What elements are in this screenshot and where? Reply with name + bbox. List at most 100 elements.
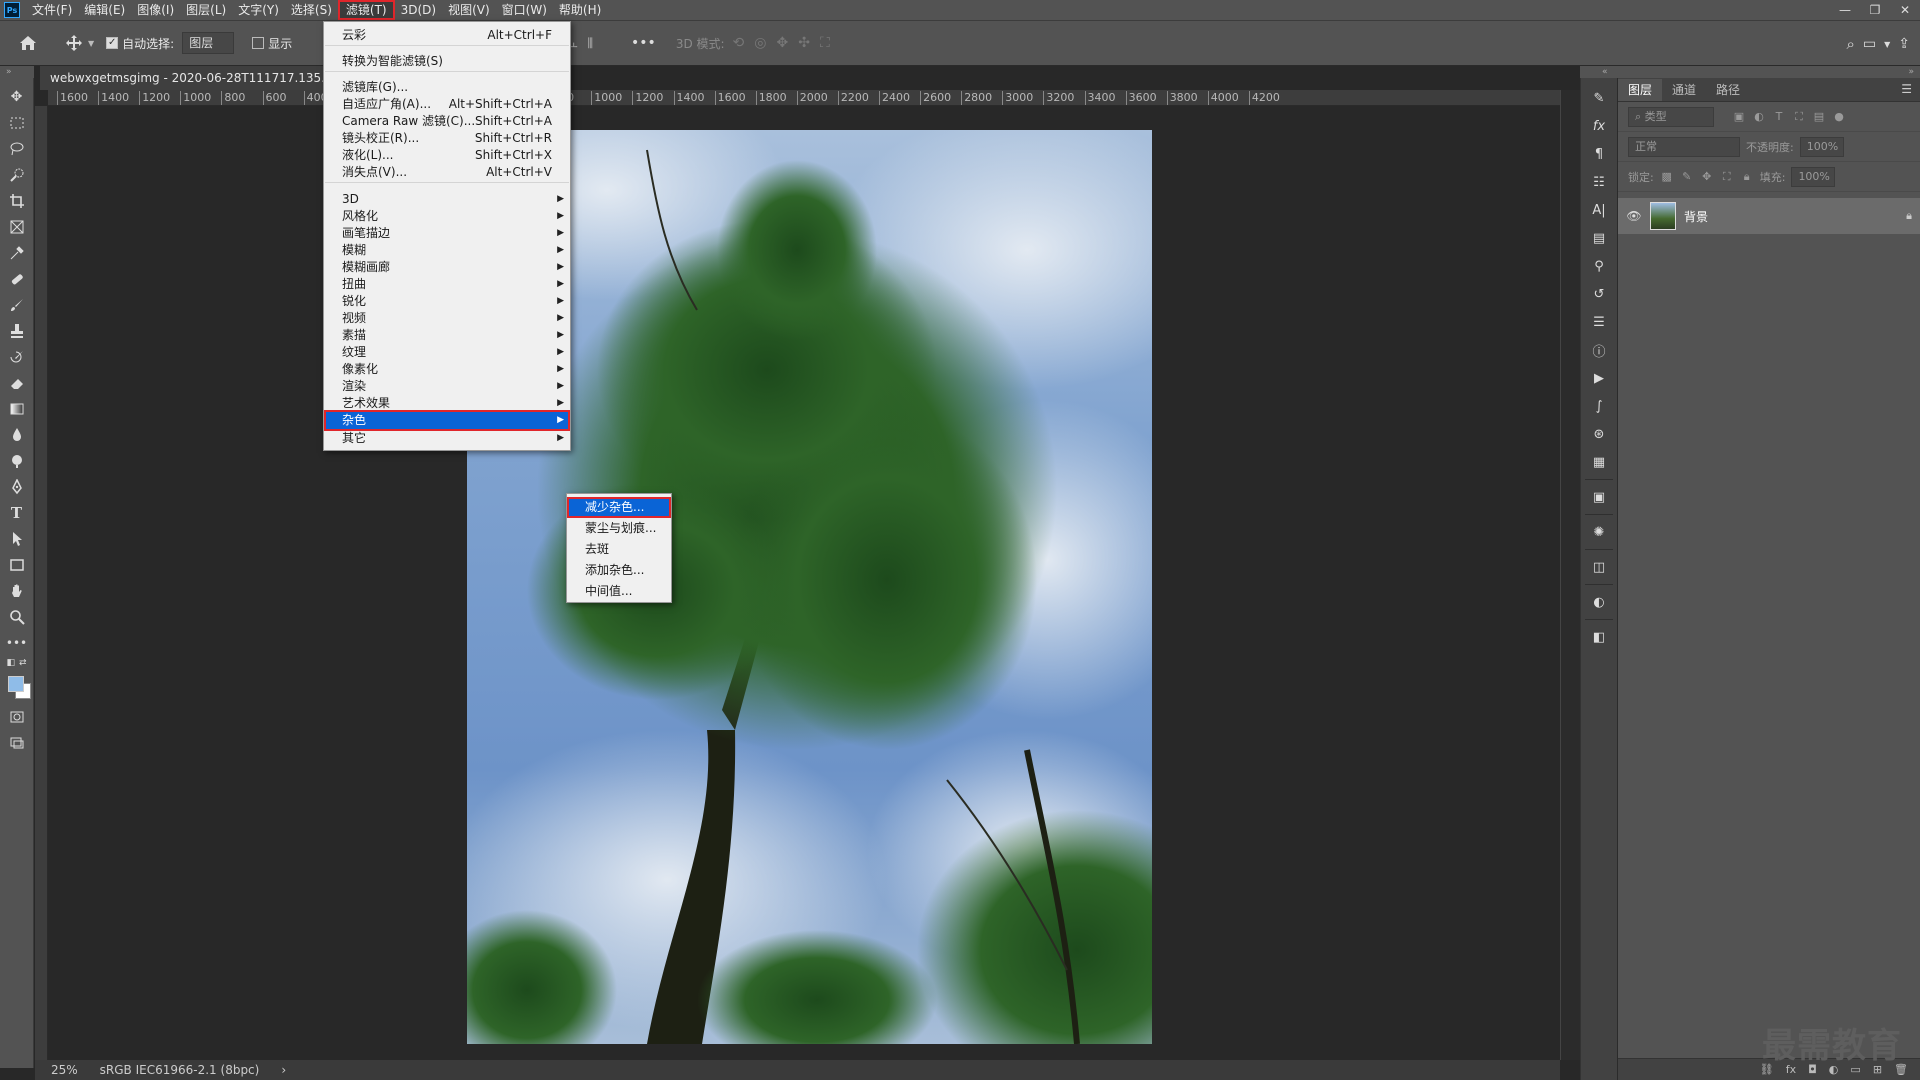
layer-comps-icon[interactable]: ◫: [1585, 553, 1613, 581]
edit-toolbar-icon[interactable]: •••: [4, 630, 30, 656]
document-tab[interactable]: webwxgetmsgimg - 2020-06-28T111717.135.j…: [40, 66, 325, 90]
auto-select-target-dropdown[interactable]: 图层: [182, 32, 235, 54]
3d-slide-icon[interactable]: ✣: [798, 35, 810, 51]
layer-filter-dropdown[interactable]: ⌕ 类型: [1628, 106, 1714, 127]
blend-mode-dropdown[interactable]: 正常: [1628, 136, 1740, 157]
notes-icon[interactable]: ▣: [1585, 483, 1613, 511]
distribute-icon[interactable]: ⫼: [588, 36, 594, 51]
filter-type-icon[interactable]: T: [1772, 110, 1786, 123]
actions-play-icon[interactable]: ▶: [1585, 364, 1613, 392]
zoom-level[interactable]: 25%: [51, 1063, 78, 1077]
menu-type[interactable]: 文字(Y): [232, 0, 285, 20]
tab-layers[interactable]: 图层: [1618, 79, 1663, 101]
lasso-tool-icon[interactable]: [4, 136, 30, 162]
quick-mask-icon[interactable]: [4, 704, 30, 730]
3d-icon[interactable]: ⊛: [1585, 420, 1613, 448]
menu-3d[interactable]: 3D(D): [395, 0, 442, 20]
filter-smart-object-icon[interactable]: ▤: [1812, 110, 1826, 123]
panel-menu-icon[interactable]: ☰: [1901, 82, 1912, 96]
swatches-icon[interactable]: ◧: [1585, 623, 1613, 651]
visibility-eye-icon[interactable]: 👁︎: [1626, 209, 1642, 223]
layer-row[interactable]: 👁︎ 背景 🔒︎: [1618, 198, 1920, 234]
adjustments-icon[interactable]: ☷: [1585, 168, 1613, 196]
quick-select-tool-icon[interactable]: [4, 162, 30, 188]
gradient-tool-icon[interactable]: [4, 396, 30, 422]
move-tool-icon[interactable]: ✥: [4, 84, 30, 110]
rectangle-tool-icon[interactable]: [4, 552, 30, 578]
move-tool-preset-icon[interactable]: [60, 29, 88, 57]
timeline-table-icon[interactable]: ▦: [1585, 448, 1613, 476]
noise-submenu-item[interactable]: 中间值...: [567, 581, 671, 602]
filter-menu-item[interactable]: 其它 ▶: [324, 428, 570, 449]
tab-paths[interactable]: 路径: [1706, 79, 1750, 101]
workspace-icon[interactable]: ▭: [1863, 36, 1876, 52]
3d-roll-icon[interactable]: ◎: [754, 35, 766, 51]
show-transform-checkbox[interactable]: [252, 37, 265, 49]
noise-submenu-item[interactable]: 蒙尘与划痕...: [567, 518, 671, 539]
filter-pixel-icon[interactable]: ▣: [1732, 110, 1746, 123]
menu-filter[interactable]: 滤镜(T): [337, 0, 395, 20]
crop-tool-icon[interactable]: [4, 188, 30, 214]
color-swatches[interactable]: [4, 674, 31, 700]
brush-tool-icon[interactable]: [4, 292, 30, 318]
clone-stamp-tool-icon[interactable]: [4, 318, 30, 344]
eyedropper-tool-icon[interactable]: [4, 240, 30, 266]
collapse-toolbar-icon[interactable]: »: [0, 66, 34, 78]
align-bottom-icon[interactable]: ⫠: [570, 36, 577, 51]
color-icon[interactable]: ◐: [1585, 588, 1613, 616]
lock-artboard-icon[interactable]: ⛶: [1720, 170, 1734, 184]
type-tool-icon[interactable]: T: [4, 500, 30, 526]
filter-toggle-icon[interactable]: ●: [1832, 110, 1846, 123]
info-icon[interactable]: ⓘ: [1585, 336, 1613, 364]
menu-image[interactable]: 图像(I): [131, 0, 180, 20]
filter-menu-item[interactable]: 转换为智能滤镜(S): [324, 51, 570, 72]
foreground-color-swatch[interactable]: [7, 676, 24, 692]
marquee-tool-icon[interactable]: [4, 110, 30, 136]
document-scrollbar[interactable]: [1560, 90, 1580, 1060]
paragraph-icon[interactable]: ¶: [1585, 140, 1613, 168]
properties-icon[interactable]: ☰: [1585, 308, 1613, 336]
dodge-tool-icon[interactable]: [4, 448, 30, 474]
noise-submenu-item[interactable]: 去斑: [567, 539, 671, 560]
history-brush-tool-icon[interactable]: [4, 344, 30, 370]
libraries-icon[interactable]: ▤: [1585, 224, 1613, 252]
menu-layer[interactable]: 图层(L): [180, 0, 232, 20]
layer-name[interactable]: 背景: [1684, 208, 1898, 225]
menu-edit[interactable]: 编辑(E): [78, 0, 131, 20]
history-icon[interactable]: ↺: [1585, 280, 1613, 308]
pen-tool-icon[interactable]: [4, 474, 30, 500]
close-button[interactable]: ✕: [1890, 0, 1920, 20]
screen-mode-icon[interactable]: [4, 730, 30, 756]
filter-menu-item[interactable]: 云彩 Alt+Ctrl+F: [324, 25, 570, 46]
brush-settings-icon[interactable]: ✎: [1585, 84, 1613, 112]
tab-channels[interactable]: 通道: [1662, 79, 1706, 101]
lock-image-icon[interactable]: ✎: [1680, 170, 1694, 183]
lock-all-icon[interactable]: 🔒︎: [1740, 170, 1754, 184]
fill-field[interactable]: 100%: [1791, 166, 1836, 187]
chevron-down-icon[interactable]: ▼: [1884, 40, 1890, 49]
restore-button[interactable]: ❐: [1860, 0, 1890, 20]
opacity-field[interactable]: 100%: [1799, 136, 1844, 157]
share-icon[interactable]: ⇪: [1898, 36, 1910, 52]
home-icon[interactable]: [14, 29, 42, 57]
3d-scale-icon[interactable]: ⛶: [820, 35, 830, 51]
minimize-button[interactable]: —: [1830, 0, 1860, 20]
3d-orbit-icon[interactable]: ⟲: [733, 35, 745, 51]
3d-pan-icon[interactable]: ✥: [777, 35, 789, 51]
horizontal-ruler[interactable]: 1600140012001000800600400200020040060080…: [48, 90, 1560, 106]
chevron-down-icon[interactable]: ▼: [88, 39, 94, 48]
frame-tool-icon[interactable]: [4, 214, 30, 240]
zoom-tool-icon[interactable]: [4, 604, 30, 630]
blur-tool-icon[interactable]: [4, 422, 30, 448]
filter-menu-item[interactable]: 消失点(V)... Alt+Ctrl+V: [324, 162, 570, 183]
noise-submenu-item[interactable]: 减少杂色...: [567, 497, 671, 518]
path-selection-tool-icon[interactable]: [4, 526, 30, 552]
menu-help[interactable]: 帮助(H): [553, 0, 607, 20]
navigator-icon[interactable]: ✺: [1585, 518, 1613, 546]
glyphs-icon[interactable]: fx: [1585, 112, 1613, 140]
menu-window[interactable]: 窗口(W): [496, 0, 553, 20]
status-menu-arrow[interactable]: ›: [281, 1063, 286, 1077]
vertical-ruler[interactable]: [35, 106, 48, 1060]
default-colors-icon[interactable]: ◧ ⇄: [4, 656, 30, 670]
lock-position-icon[interactable]: ✥: [1700, 170, 1714, 183]
